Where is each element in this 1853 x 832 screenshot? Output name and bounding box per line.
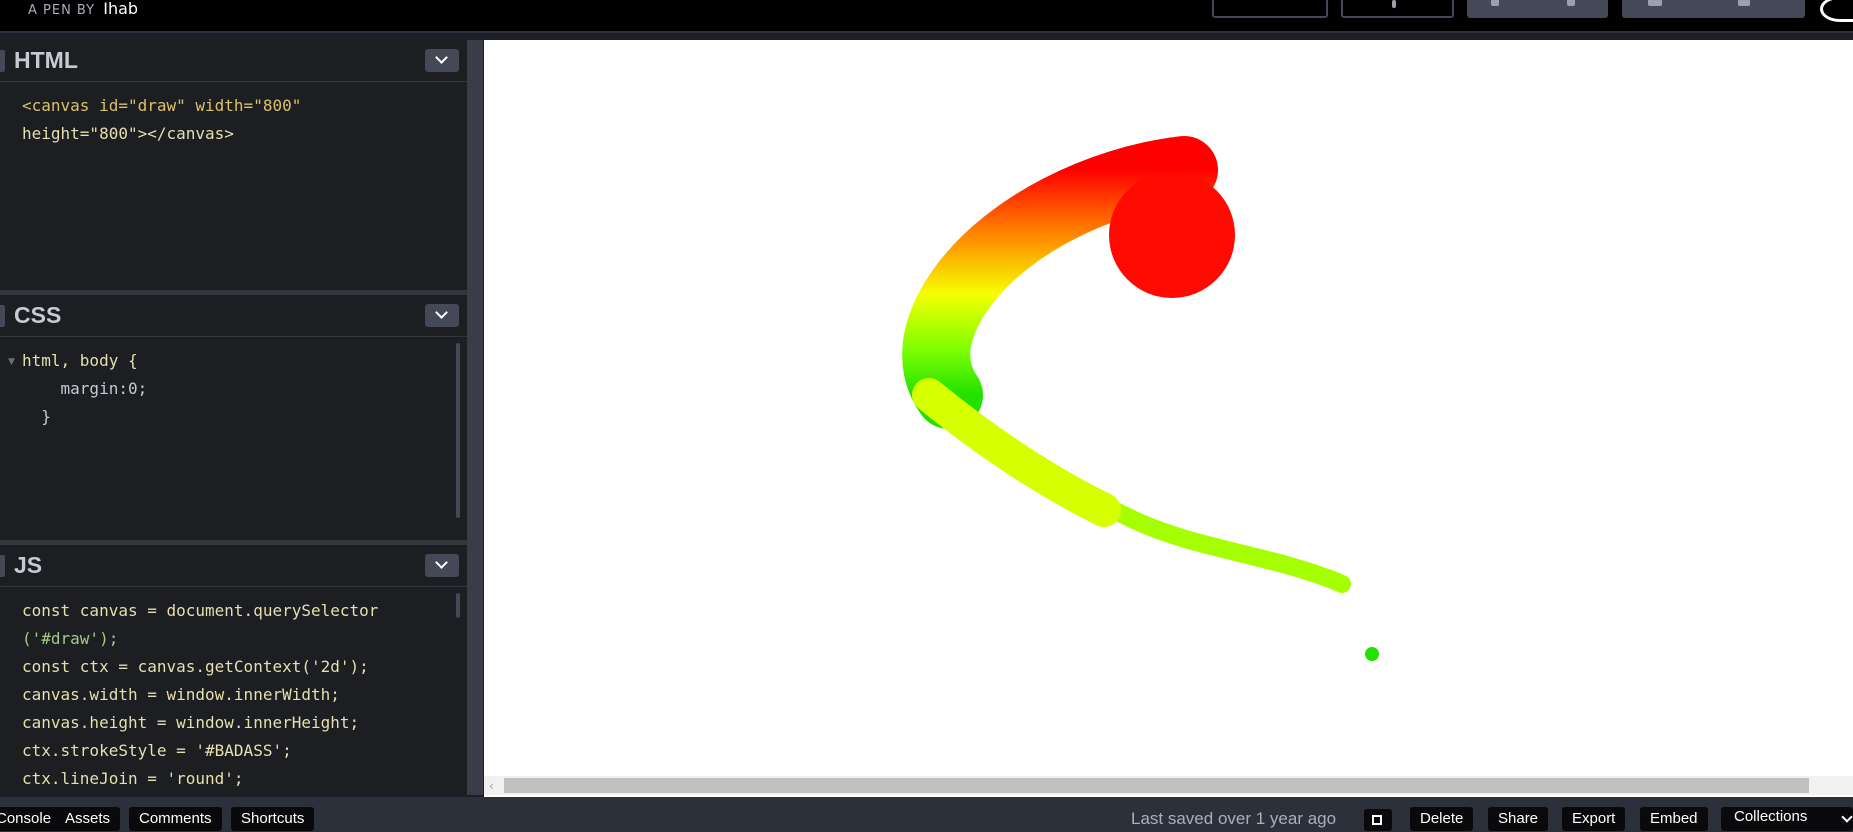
pen-author-line: A PEN BY Ihab — [28, 0, 138, 18]
scroll-left-icon[interactable]: ‹ — [489, 779, 494, 793]
collections-dropdown[interactable]: Collections — [1721, 807, 1853, 831]
css-editor-header: CSS — [0, 295, 467, 337]
console-button[interactable]: Console — [0, 807, 62, 831]
code-line: height="800"></canvas> — [22, 124, 234, 143]
open-in-new-window-button[interactable] — [1364, 809, 1392, 831]
top-button-2[interactable] — [1341, 0, 1454, 18]
embed-button[interactable]: Embed — [1640, 807, 1708, 831]
js-editor: JS const canvas = document.querySelector… — [0, 545, 467, 795]
preview-pane[interactable] — [484, 40, 1853, 797]
css-code[interactable]: html, body { margin:0; } — [22, 347, 452, 431]
editor-preview-resizer[interactable] — [467, 40, 483, 795]
html-code[interactable]: <canvas id="draw" width="800" height="80… — [22, 92, 452, 148]
css-settings-button[interactable] — [425, 304, 459, 327]
chevron-down-icon — [1841, 811, 1853, 823]
author-name[interactable]: Ihab — [103, 0, 138, 18]
button-icon — [1648, 0, 1662, 6]
preview-horizontal-scrollbar[interactable]: ‹ — [484, 776, 1853, 795]
brush-stroke-mid — [912, 378, 1121, 527]
external-link-icon — [1372, 815, 1382, 825]
chevron-down-icon — [435, 306, 448, 319]
scrollbar-thumb[interactable] — [504, 778, 1809, 793]
delete-button[interactable]: Delete — [1410, 807, 1474, 831]
code-line: ctx.lineJoin = 'round'; — [22, 769, 244, 788]
editors-column: HTML <canvas id="draw" width="800" heigh… — [0, 40, 467, 795]
button-icon — [1567, 0, 1575, 6]
code-line: html, body { — [22, 351, 138, 370]
top-button-4[interactable] — [1622, 0, 1805, 18]
top-button-1[interactable] — [1212, 0, 1328, 18]
button-icon — [1392, 0, 1396, 8]
css-editor: CSS ▼ html, body { margin:0; } — [0, 295, 467, 540]
js-scrollbar[interactable] — [456, 593, 460, 618]
bottom-bar: Console Assets Comments Shortcuts Last s… — [0, 797, 1853, 832]
code-line: <canvas id="draw" width="800" — [22, 96, 302, 115]
code-line: ('#draw'); — [22, 629, 119, 648]
button-icon — [1491, 0, 1499, 6]
collections-label: Collections — [1734, 808, 1808, 825]
avatar-icon[interactable] — [1820, 0, 1853, 22]
shortcuts-button[interactable]: Shortcuts — [231, 807, 315, 831]
brush-stroke-end — [1365, 647, 1379, 661]
assets-button[interactable]: Assets — [55, 807, 121, 831]
top-button-3[interactable] — [1467, 0, 1608, 18]
js-editor-header: JS — [0, 545, 467, 587]
code-line: ctx.strokeStyle = '#BADASS'; — [22, 741, 292, 760]
js-code[interactable]: const canvas = document.querySelector ('… — [22, 597, 452, 793]
share-button[interactable]: Share — [1488, 807, 1549, 831]
last-saved-status: Last saved over 1 year ago — [1131, 809, 1337, 828]
html-editor-header: HTML — [0, 40, 467, 82]
drag-handle[interactable] — [0, 305, 5, 327]
js-editor-title: JS — [14, 552, 43, 578]
code-line: const ctx = canvas.getContext('2d'); — [22, 657, 369, 676]
brush-stroke-start — [1109, 172, 1235, 298]
code-line: margin:0; — [22, 379, 148, 398]
comments-button[interactable]: Comments — [129, 807, 222, 831]
chevron-down-icon — [435, 556, 448, 569]
drag-handle[interactable] — [0, 50, 5, 72]
html-settings-button[interactable] — [425, 49, 459, 72]
css-scrollbar[interactable] — [456, 343, 460, 518]
code-line: canvas.width = window.innerWidth; — [22, 685, 340, 704]
drag-handle[interactable] — [0, 555, 5, 577]
export-button[interactable]: Export — [1562, 807, 1626, 831]
fold-arrow-icon[interactable]: ▼ — [8, 357, 15, 367]
top-bar: A PEN BY Ihab — [0, 0, 1853, 33]
code-line: canvas.height = window.innerHeight; — [22, 713, 360, 732]
code-line: const canvas = document.querySelector — [22, 601, 379, 620]
button-icon — [1738, 0, 1750, 6]
html-editor: HTML <canvas id="draw" width="800" heigh… — [0, 40, 467, 290]
js-settings-button[interactable] — [425, 554, 459, 577]
code-line: } — [22, 407, 51, 426]
pen-by-prefix: A PEN BY — [28, 3, 96, 18]
drawing-canvas[interactable] — [484, 40, 1853, 797]
chevron-down-icon — [435, 51, 448, 64]
css-editor-title: CSS — [14, 302, 62, 328]
html-editor-title: HTML — [14, 47, 78, 73]
